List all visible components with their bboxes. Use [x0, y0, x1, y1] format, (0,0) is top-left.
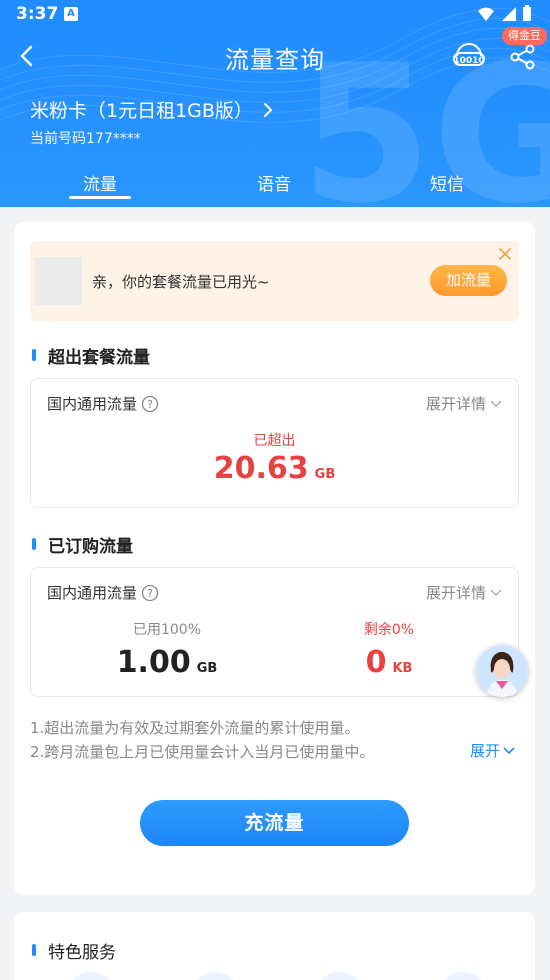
section-marker [32, 538, 36, 550]
used-label: 已用100% [132, 622, 202, 638]
section-title-features: 特色服务 [48, 943, 116, 963]
notes-expand-label: 展开 [470, 742, 501, 760]
chevron-down-icon [503, 746, 515, 754]
exceeded-status: 已超出 [253, 433, 296, 449]
usage-notes: 1.超出流量为有效及过期套外流量的累计使用量。 2.跨月流量包上月已使用量会计入… [30, 716, 374, 764]
used-column: 已用100% 1.00 GB [67, 619, 267, 680]
exceeded-value: 20.63 [213, 451, 309, 486]
close-icon[interactable] [498, 247, 512, 261]
feature-icon[interactable] [66, 972, 116, 980]
customer-service-icon[interactable]: 10010 [452, 40, 486, 72]
status-icons [478, 5, 531, 21]
exceeded-unit: GB [314, 467, 336, 482]
notes-expand-button[interactable]: 展开 [470, 740, 515, 761]
notice-image [35, 257, 82, 305]
expand-details-label: 展开详情 [425, 395, 486, 413]
tab-voice[interactable]: 语音 [219, 170, 329, 195]
note-line-2: 2.跨月流量包上月已使用量会计入当月已使用量中。 [30, 743, 375, 761]
tab-sms[interactable]: 短信 [392, 170, 502, 195]
chevron-down-icon [490, 400, 502, 407]
help-icon[interactable]: ? [141, 584, 159, 602]
status-bar: 3:37 A [0, 0, 550, 30]
expand-details-button[interactable]: 展开详情 [426, 393, 502, 414]
feature-icon[interactable] [190, 972, 240, 980]
help-icon[interactable]: ? [141, 395, 159, 413]
add-data-button[interactable]: 加流量 [430, 265, 507, 296]
used-amount: 1.00 GB [67, 645, 267, 680]
remaining-label: 剩余0% [363, 622, 415, 638]
assistant-avatar-image [476, 645, 528, 697]
data-usage-card: 亲，你的套餐流量已用光~ 加流量 超出套餐流量 国内通用流量 ? 展开详情 已超… [14, 222, 535, 895]
section-marker [32, 944, 36, 956]
feature-icon[interactable] [438, 972, 488, 980]
share-icon[interactable] [508, 42, 538, 72]
current-number: 当前号码177**** [30, 131, 141, 147]
usage-notice: 亲，你的套餐流量已用光~ 加流量 [30, 241, 519, 321]
svg-text:10010: 10010 [453, 56, 484, 66]
chevron-down-icon [490, 589, 502, 596]
svg-text:?: ? [147, 398, 153, 411]
expand-details-button[interactable]: 展开详情 [426, 582, 502, 603]
remaining-unit: KB [392, 661, 413, 676]
assistant-avatar[interactable] [476, 645, 528, 697]
exceed-usage-label-row: 国内通用流量 ? [47, 393, 159, 414]
note-line-1: 1.超出流量为有效及过期套外流量的累计使用量。 [30, 719, 360, 737]
remaining-amount: 0 KB [289, 645, 489, 680]
header: 5G 3:37 A 流量查询 10010 得金豆 米粉卡（1元日租1GB版） 当… [0, 0, 550, 207]
used-unit: GB [196, 661, 218, 676]
svg-text:?: ? [147, 587, 153, 600]
usage-type-label: 国内通用流量 [47, 584, 138, 602]
status-time: 3:37 [16, 4, 59, 24]
purchased-usage-box: 国内通用流量 ? 展开详情 已用100% 1.00 GB 剩余0% 0 KB [30, 567, 519, 697]
plan-name-link[interactable]: 米粉卡（1元日租1GB版） [30, 96, 273, 123]
chevron-right-icon [263, 102, 273, 117]
usage-type-label: 国内通用流量 [47, 395, 138, 413]
plan-name: 米粉卡（1元日租1GB版） [30, 100, 253, 122]
section-title-exceed: 超出套餐流量 [48, 348, 150, 368]
notice-text: 亲，你的套餐流量已用光~ [92, 273, 270, 291]
remaining-value: 0 [365, 645, 387, 680]
tab-bar: 流量 语音 短信 [0, 168, 550, 207]
active-tab-indicator [69, 196, 131, 199]
expand-details-label: 展开详情 [425, 584, 486, 602]
used-value: 1.00 [116, 645, 191, 680]
tab-data[interactable]: 流量 [45, 170, 155, 195]
exceeded-amount: 20.63 GB [31, 451, 518, 486]
section-title-purchased: 已订购流量 [48, 537, 133, 557]
notification-a-icon: A [64, 7, 78, 21]
exceed-usage-box: 国内通用流量 ? 展开详情 已超出 20.63 GB [30, 378, 519, 508]
feature-icon[interactable] [314, 972, 364, 980]
remaining-column: 剩余0% 0 KB [289, 619, 489, 680]
recharge-data-button[interactable]: 充流量 [140, 800, 409, 846]
featured-services-card: 特色服务 [14, 912, 535, 980]
section-marker [32, 349, 36, 361]
purchased-usage-label-row: 国内通用流量 ? [47, 582, 159, 603]
